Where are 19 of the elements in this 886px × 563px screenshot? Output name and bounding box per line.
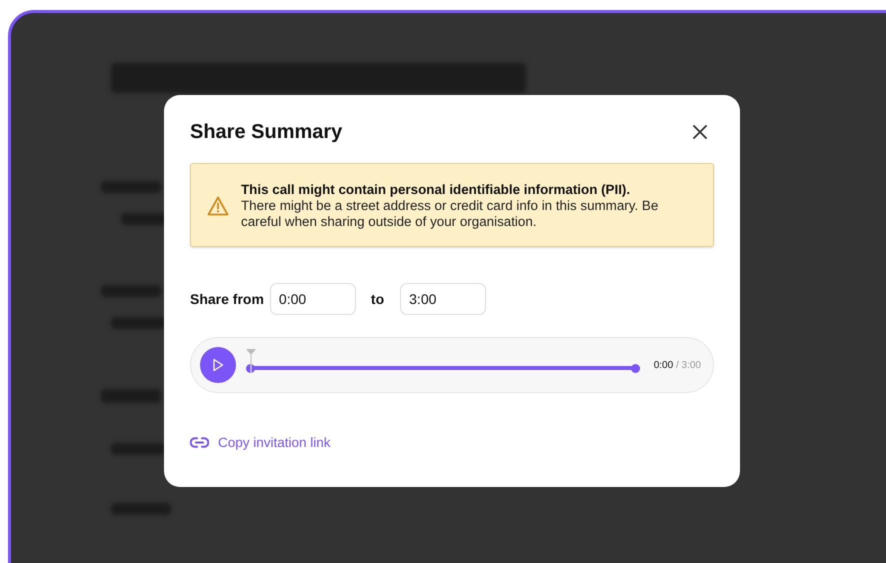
close-icon: [692, 124, 708, 140]
end-time-field[interactable]: 3:00: [400, 283, 486, 315]
warning-icon: [207, 196, 229, 216]
play-button[interactable]: [200, 347, 236, 383]
start-time-field[interactable]: 0:00: [270, 283, 356, 315]
current-time: 0:00: [654, 360, 674, 370]
to-label: to: [370, 291, 384, 307]
share-from-label: Share from: [190, 291, 264, 307]
warning-heading: This call might contain personal identifiable information (PII).: [241, 182, 632, 198]
blurred-text: [111, 317, 166, 329]
blurred-text: [111, 443, 166, 455]
warning-text: There might be a street address or credit card info in this summary. Be careful when sharing outside of your organisation.: [241, 198, 660, 230]
total-time: / 3:00: [676, 360, 701, 370]
range-end-handle[interactable]: [630, 364, 640, 372]
dialog-title: Share Summary: [190, 120, 342, 144]
playhead-marker[interactable]: [246, 349, 256, 373]
play-icon: [212, 358, 224, 372]
link-icon: [190, 437, 209, 448]
copy-invitation-link[interactable]: Copy invitation link: [218, 435, 331, 450]
